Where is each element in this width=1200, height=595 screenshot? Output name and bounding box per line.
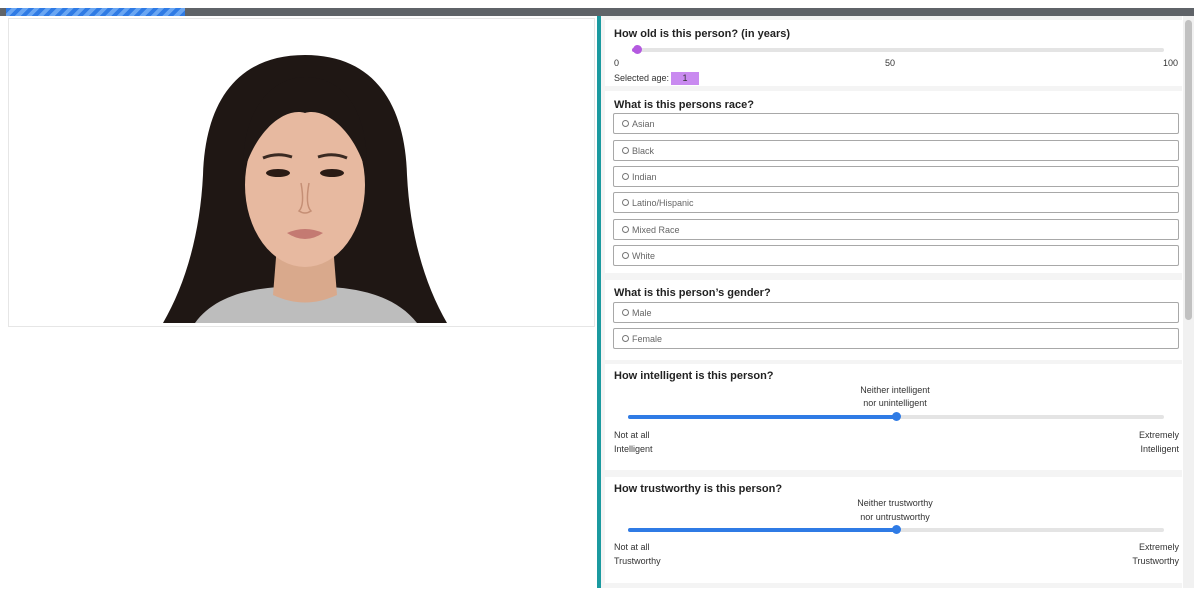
progress-bar-fill <box>6 8 186 16</box>
race-option-mixed-race[interactable]: Mixed Race <box>613 219 1179 240</box>
option-label: Female <box>632 333 663 344</box>
radio-icon <box>622 252 629 259</box>
intelligence-center-label-1: Neither intelligent <box>860 385 930 395</box>
race-question-card: What is this persons race? Asian Black I… <box>605 91 1182 273</box>
gender-question-card: What is this person’s gender? Male Femal… <box>605 280 1182 360</box>
intelligence-center-label-2: nor unintelligent <box>863 398 927 408</box>
trust-question-card: How trustworthy is this person? Neither … <box>605 477 1182 583</box>
trust-right-label-1: Extremely <box>1138 542 1179 552</box>
trust-slider-handle[interactable] <box>891 525 901 534</box>
radio-icon <box>622 173 629 180</box>
selected-age-value: 1 <box>671 72 699 85</box>
age-max-label: 100 <box>1163 58 1179 68</box>
race-option-white[interactable]: White <box>613 245 1179 266</box>
trust-center-label-2: nor untrustworthy <box>860 512 930 522</box>
intelligence-question-title: How intelligent is this person? <box>614 370 774 382</box>
gender-option-female[interactable]: Female <box>613 328 1179 349</box>
gender-option-male[interactable]: Male <box>613 302 1179 323</box>
survey-panel: How old is this person? (in years) 0 50 … <box>597 16 1182 588</box>
intelligence-left-label-2: Intelligent <box>614 444 653 454</box>
race-option-indian[interactable]: Indian <box>613 166 1179 187</box>
option-label: White <box>632 250 656 261</box>
intelligence-right-label-2: Intelligent <box>1140 444 1179 454</box>
age-slider-handle[interactable] <box>632 45 642 54</box>
scrollbar-thumb[interactable] <box>1185 20 1192 320</box>
trust-right-label-2: Trustworthy <box>1132 556 1179 566</box>
trust-question-title: How trustworthy is this person? <box>614 483 783 495</box>
age-question-title: How old is this person? (in years) <box>614 28 791 40</box>
option-label: Asian <box>632 118 655 129</box>
trust-left-label-1: Not at all <box>614 542 650 552</box>
option-label: Mixed Race <box>632 224 680 235</box>
radio-icon <box>622 226 629 233</box>
selected-age-label: Selected age: <box>614 73 670 83</box>
option-label: Male <box>632 307 652 318</box>
trust-left-label-2: Trustworthy <box>614 556 661 566</box>
age-mid-label: 50 <box>885 58 896 68</box>
option-label: Indian <box>632 171 657 182</box>
option-label: Latino/Hispanic <box>632 197 694 208</box>
scrollbar[interactable] <box>1183 16 1194 588</box>
progress-bar <box>0 8 1194 16</box>
radio-icon <box>622 120 629 127</box>
radio-icon <box>622 147 629 154</box>
face-image-card <box>8 18 595 327</box>
intelligence-right-label-1: Extremely <box>1138 430 1179 440</box>
option-label: Black <box>632 145 655 156</box>
face-photo <box>163 55 447 323</box>
radio-icon <box>622 199 629 206</box>
intelligence-left-label-1: Not at all <box>614 430 650 440</box>
age-min-label: 0 <box>614 58 620 68</box>
age-slider-track[interactable] <box>632 48 1164 52</box>
radio-icon <box>622 309 629 316</box>
race-option-black[interactable]: Black <box>613 140 1179 161</box>
age-question-card: How old is this person? (in years) 0 50 … <box>605 20 1182 86</box>
intelligence-slider-handle[interactable] <box>891 412 901 421</box>
race-option-latino-hispanic[interactable]: Latino/Hispanic <box>613 192 1179 213</box>
race-question-title: What is this persons race? <box>614 99 754 111</box>
race-option-asian[interactable]: Asian <box>613 113 1179 134</box>
intelligence-question-card: How intelligent is this person? Neither … <box>605 364 1182 470</box>
gender-question-title: What is this person’s gender? <box>614 287 771 299</box>
trust-center-label-1: Neither trustworthy <box>857 498 933 508</box>
slider-fill <box>628 528 896 532</box>
slider-fill <box>628 415 896 419</box>
radio-icon <box>622 335 629 342</box>
